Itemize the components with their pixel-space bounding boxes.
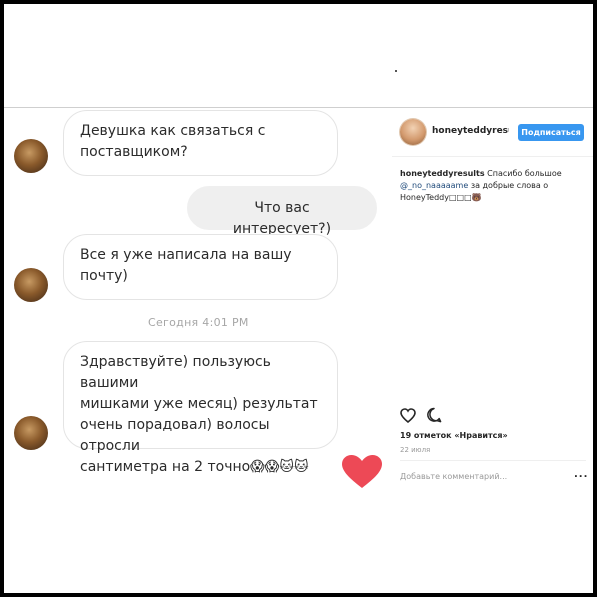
message-bubble-incoming: Здравствуйте) пользуюсь вашими мишками у… [63, 341, 338, 475]
sender-avatar[interactable] [14, 416, 48, 450]
chat-screenshot: Девушка как связаться с поставщиком? Что… [4, 108, 391, 508]
post-caption: honeyteddyresults Спасибо большое @_no_n… [400, 168, 586, 204]
comment-input[interactable]: Добавьте комментарий... [400, 472, 507, 481]
profile-avatar[interactable] [400, 119, 426, 145]
post-username[interactable]: honeyteddyresults [432, 126, 509, 136]
message-line: Все я уже написала на вашу [80, 247, 292, 263]
more-options-button[interactable]: ... [574, 469, 588, 480]
comment-divider [400, 460, 586, 461]
message-line: сантиметра на 2 точно😱😱🐱🐱 [80, 459, 309, 475]
sender-avatar[interactable] [14, 268, 48, 302]
heart-icon [342, 455, 382, 488]
post-date: 22 июля [400, 446, 431, 454]
comment-icon[interactable] [426, 407, 442, 423]
instagram-post-panel: honeyteddyresults Подписаться honeyteddy… [392, 108, 593, 508]
message-line: почту) [80, 268, 128, 284]
post-actions [400, 407, 590, 427]
message-bubble-incoming: Девушка как связаться с поставщиком? [63, 110, 338, 176]
message-bubble-outgoing: Что вас интересует?) [187, 186, 377, 237]
message-line: Здравствуйте) пользуюсь вашими [80, 354, 271, 391]
sender-avatar[interactable] [14, 139, 48, 173]
message-bubble-incoming: Все я уже написала на вашу почту) [63, 234, 338, 300]
likes-count[interactable]: 19 отметок «Нравится» [400, 431, 508, 440]
chat-timestamp: Сегодня 4:01 PM [148, 316, 249, 329]
message-line: мишками уже месяц) результат [80, 396, 318, 412]
message-line: Девушка как связаться с [80, 123, 266, 139]
message-line: очень порадовал) волосы отросли [80, 417, 270, 454]
caption-mention[interactable]: @_no_naaaaame [400, 181, 468, 190]
heart-outline-icon[interactable] [400, 408, 416, 423]
follow-button[interactable]: Подписаться [518, 124, 584, 141]
caption-text: Спасибо большое [487, 169, 562, 178]
message-line: поставщиком? [80, 144, 188, 160]
speck [395, 70, 397, 72]
caption-username[interactable]: honeyteddyresults [400, 169, 485, 178]
post-header: honeyteddyresults Подписаться [392, 108, 593, 157]
